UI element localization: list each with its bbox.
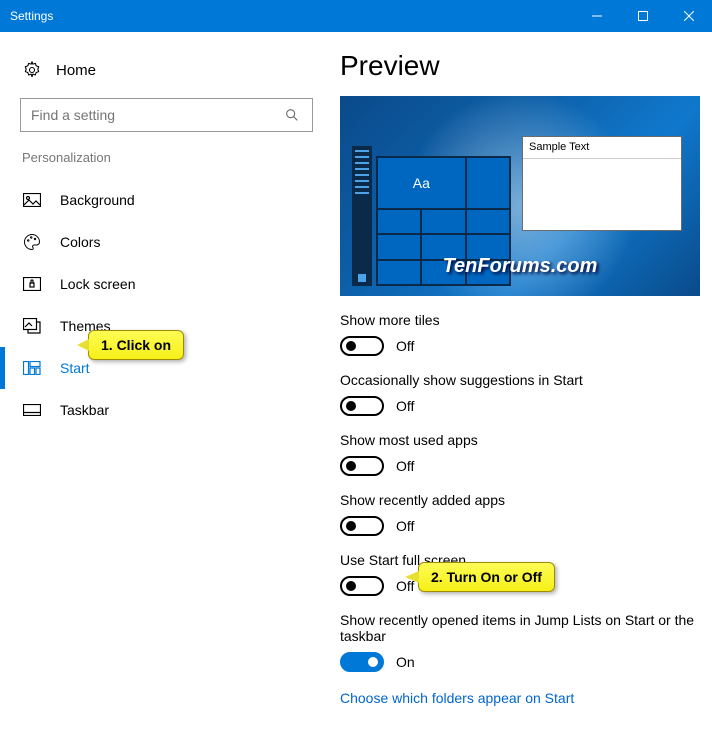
home-label: Home: [56, 62, 96, 79]
setting-label: Occasionally show suggestions in Start: [340, 372, 700, 388]
setting-label: Show recently opened items in Jump Lists…: [340, 612, 700, 644]
sidebar-item-label: Colors: [60, 234, 100, 250]
setting-label: Show most used apps: [340, 432, 700, 448]
preview-sample-window: Sample Text: [522, 136, 682, 231]
close-button[interactable]: [666, 0, 712, 32]
setting-jump-lists: Show recently opened items in Jump Lists…: [340, 612, 700, 672]
nav-list: Background Colors Lock screen Themes Sta…: [20, 179, 300, 431]
taskbar-icon: [22, 400, 42, 420]
toggle-recently-added[interactable]: [340, 516, 384, 536]
setting-most-used: Show most used apps Off: [340, 432, 700, 476]
setting-label: Show more tiles: [340, 312, 700, 328]
search-field[interactable]: [31, 107, 271, 123]
sidebar-item-label: Taskbar: [60, 402, 109, 418]
search-icon: [282, 105, 302, 125]
maximize-button[interactable]: [620, 0, 666, 32]
picture-icon: [22, 190, 42, 210]
preview-tile-aa: Aa: [378, 158, 465, 208]
sidebar-item-label: Lock screen: [60, 276, 135, 292]
window-controls: [574, 0, 712, 32]
setting-suggestions: Occasionally show suggestions in Start O…: [340, 372, 700, 416]
annotation-callout-2: 2. Turn On or Off: [418, 562, 555, 592]
title-bar: Settings: [0, 0, 712, 32]
sidebar-item-lock-screen[interactable]: Lock screen: [20, 263, 300, 305]
sidebar: Home Personalization Background Colors L…: [0, 32, 320, 750]
choose-folders-link[interactable]: Choose which folders appear on Start: [340, 690, 574, 706]
toggle-suggestions[interactable]: [340, 396, 384, 416]
setting-recently-added: Show recently added apps Off: [340, 492, 700, 536]
window-title: Settings: [10, 9, 574, 23]
content-area: Preview Aa Sample Text TenForums.com Sho…: [320, 32, 712, 750]
sidebar-item-colors[interactable]: Colors: [20, 221, 300, 263]
sample-window-title: Sample Text: [523, 137, 681, 159]
start-icon: [22, 358, 42, 378]
toggle-jump-lists[interactable]: [340, 652, 384, 672]
toggle-state: Off: [396, 398, 414, 414]
toggle-state: Off: [396, 458, 414, 474]
watermark: TenForums.com: [443, 255, 598, 278]
setting-label: Show recently added apps: [340, 492, 700, 508]
themes-icon: [22, 316, 42, 336]
palette-icon: [22, 232, 42, 252]
preview-image: Aa Sample Text TenForums.com: [340, 96, 700, 296]
toggle-state: Off: [396, 518, 414, 534]
sidebar-item-label: Start: [60, 360, 90, 376]
setting-show-more-tiles: Show more tiles Off: [340, 312, 700, 356]
page-title: Preview: [340, 50, 700, 82]
annotation-callout-1: 1. Click on: [88, 330, 184, 360]
lock-screen-icon: [22, 274, 42, 294]
toggle-most-used[interactable]: [340, 456, 384, 476]
gear-icon: [22, 60, 42, 80]
toggle-state: On: [396, 654, 415, 670]
sidebar-item-background[interactable]: Background: [20, 179, 300, 221]
sidebar-item-label: Background: [60, 192, 135, 208]
minimize-button[interactable]: [574, 0, 620, 32]
preview-taskbar: [352, 146, 372, 286]
section-label: Personalization: [22, 150, 300, 165]
sidebar-item-taskbar[interactable]: Taskbar: [20, 389, 300, 431]
toggle-state: Off: [396, 338, 414, 354]
toggle-show-more-tiles[interactable]: [340, 336, 384, 356]
search-input[interactable]: [20, 98, 313, 132]
home-nav[interactable]: Home: [22, 60, 300, 80]
toggle-full-screen[interactable]: [340, 576, 384, 596]
